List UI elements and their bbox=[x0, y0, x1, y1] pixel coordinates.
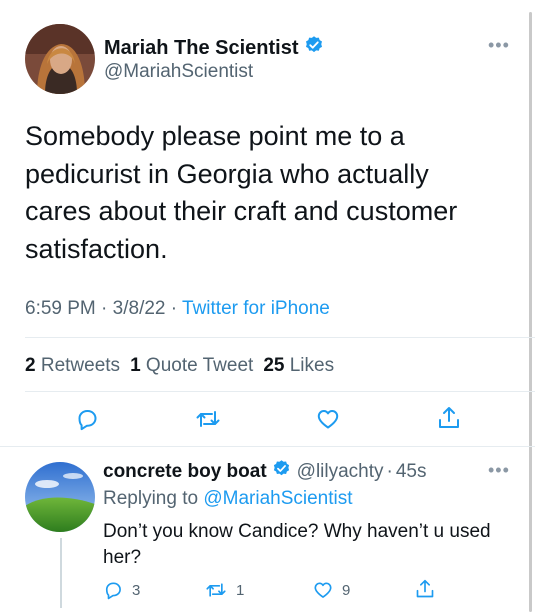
retweet-button[interactable] bbox=[195, 407, 221, 431]
meta-separator: · bbox=[170, 298, 178, 319]
reply-text: Don’t you know Candice? Why haven’t u us… bbox=[103, 521, 491, 568]
reply-separator: · bbox=[386, 460, 393, 482]
tweet-source[interactable]: Twitter for iPhone bbox=[182, 298, 330, 319]
quotes-count: 1 bbox=[130, 355, 141, 376]
replying-mention[interactable]: @MariahScientist bbox=[203, 488, 352, 509]
retweet-icon bbox=[206, 583, 226, 597]
author-name-row: Mariah The Scientist bbox=[104, 35, 324, 61]
reply-age[interactable]: 45s bbox=[396, 461, 427, 483]
share-icon bbox=[416, 579, 434, 598]
reply-icon bbox=[78, 410, 97, 431]
share-icon bbox=[439, 407, 459, 428]
tweet-text: Somebody please point me to a pedicurist… bbox=[25, 121, 458, 264]
like-icon bbox=[314, 582, 332, 598]
divider bbox=[25, 391, 535, 392]
reply-button[interactable] bbox=[75, 407, 99, 431]
meta-separator: · bbox=[101, 298, 108, 319]
like-icon bbox=[317, 410, 339, 429]
author-avatar[interactable] bbox=[25, 24, 95, 94]
author-name[interactable]: Mariah The Scientist bbox=[104, 37, 299, 60]
reply-name-row: concrete boy boat @lilyachty · 45s bbox=[103, 459, 427, 484]
reply-retweet-button[interactable]: 1 bbox=[205, 580, 244, 600]
reply-icon bbox=[105, 582, 121, 600]
author-handle[interactable]: @MariahScientist bbox=[104, 61, 253, 83]
likes-stat[interactable]: 25 Likes bbox=[263, 355, 334, 376]
divider bbox=[0, 446, 535, 447]
replying-prefix: Replying to bbox=[103, 488, 199, 509]
reply-like-count: 9 bbox=[342, 581, 351, 599]
reply-retweet-count: 1 bbox=[236, 581, 245, 599]
likes-label: Likes bbox=[289, 355, 335, 376]
retweet-icon bbox=[196, 411, 220, 427]
replying-to: Replying to @MariahScientist bbox=[103, 488, 353, 510]
reply-reply-count: 3 bbox=[132, 581, 141, 599]
reply-author-handle[interactable]: @lilyachty bbox=[297, 461, 384, 483]
verified-badge-icon bbox=[304, 35, 324, 61]
more-options-icon[interactable]: ••• bbox=[488, 36, 510, 54]
share-button[interactable] bbox=[437, 405, 461, 431]
scrollbar[interactable] bbox=[529, 12, 532, 612]
tweet-meta: 6:59 PM · 3/8/22 · Twitter for iPhone bbox=[25, 298, 330, 320]
reply-more-options-icon[interactable]: ••• bbox=[488, 461, 510, 479]
retweets-label: Retweets bbox=[40, 355, 121, 376]
retweets-count: 2 bbox=[25, 355, 36, 376]
verified-badge-icon bbox=[272, 459, 291, 484]
reply-share-button[interactable] bbox=[415, 578, 435, 600]
quotes-stat[interactable]: 1 Quote Tweet bbox=[130, 355, 253, 376]
reply-author-avatar[interactable] bbox=[25, 462, 95, 532]
reply-like-button[interactable]: 9 bbox=[313, 580, 350, 600]
reply-reply-button[interactable]: 3 bbox=[103, 580, 140, 600]
tweet-time[interactable]: 6:59 PM bbox=[25, 298, 96, 319]
tweet-date[interactable]: 3/8/22 bbox=[113, 298, 166, 319]
divider bbox=[25, 337, 535, 338]
tweet-stats: 2 Retweets 1 Quote Tweet 25 Likes bbox=[25, 355, 334, 377]
retweets-stat[interactable]: 2 Retweets bbox=[25, 355, 120, 376]
reply-author-name[interactable]: concrete boy boat bbox=[103, 461, 267, 483]
likes-count: 25 bbox=[263, 355, 285, 376]
like-button[interactable] bbox=[316, 407, 340, 431]
quotes-label: Quote Tweet bbox=[145, 355, 254, 376]
thread-line bbox=[60, 538, 62, 608]
author-handle-row: @MariahScientist bbox=[104, 61, 253, 83]
